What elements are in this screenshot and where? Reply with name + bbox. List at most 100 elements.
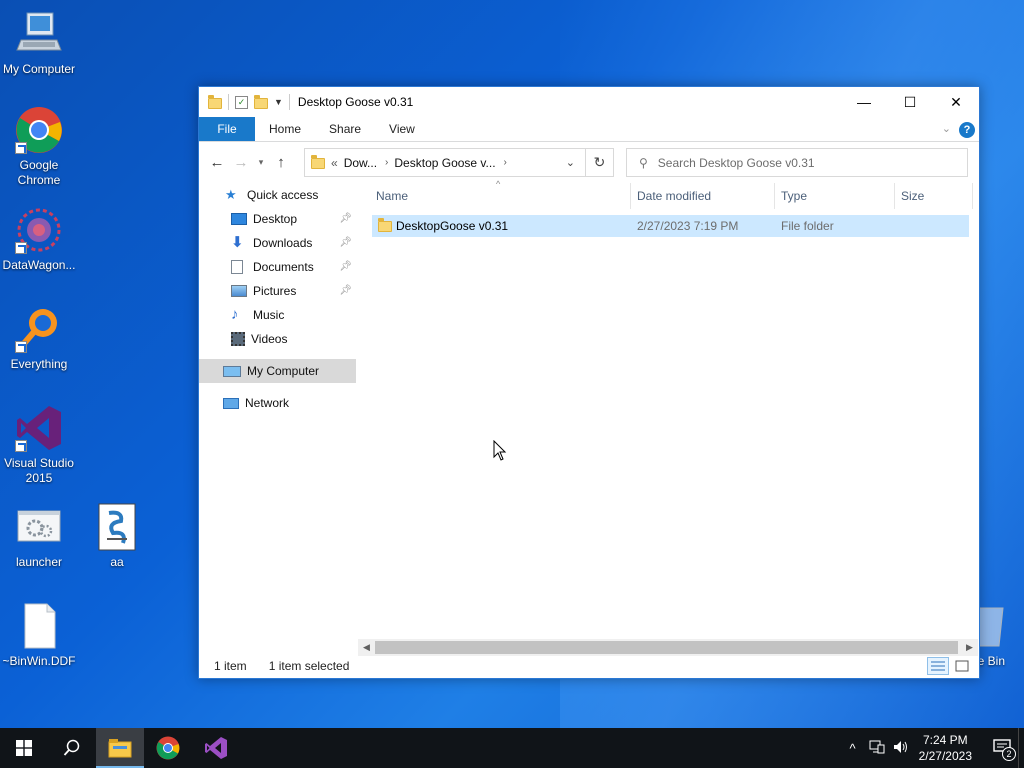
maximize-button[interactable]: ☐ [887, 87, 933, 117]
desktop-icon-label: DataWagon... [2, 258, 76, 272]
desktop-icon-label: Everything [10, 357, 68, 371]
column-header-type[interactable]: Type [775, 183, 895, 209]
blank-file-icon [15, 602, 63, 650]
download-arrow-icon: ⬇ [231, 234, 244, 251]
recent-locations-chevron-icon[interactable]: ▾ [253, 157, 269, 168]
show-hidden-icons-chevron-icon[interactable]: ^ [841, 741, 865, 756]
search-input[interactable]: ⚲ Search Desktop Goose v0.31 [626, 148, 968, 177]
sidebar-item-my-computer[interactable]: My Computer [199, 359, 356, 383]
tab-file[interactable]: File [199, 117, 255, 141]
notification-count-badge: 2 [1002, 746, 1016, 761]
minimize-button[interactable]: — [841, 87, 887, 117]
desktop-icon-everything[interactable]: Everything [0, 305, 78, 372]
file-name: DesktopGoose v0.31 [396, 219, 509, 233]
breadcrumb-separator[interactable]: › [504, 157, 507, 168]
toolbar-divider [288, 94, 290, 110]
sidebar-item-pictures[interactable]: Pictures 📌︎ [199, 279, 356, 303]
action-center-button[interactable]: 2 [986, 738, 1018, 761]
pin-icon[interactable]: 📌︎ [339, 261, 352, 272]
sidebar-item-label: Documents [253, 260, 314, 274]
desktop-icon [231, 213, 247, 225]
quick-access-toolbar: ✓ ▼ [199, 94, 290, 110]
scrollbar-thumb[interactable] [375, 641, 958, 654]
search-icon [63, 739, 80, 756]
sidebar-item-videos[interactable]: Videos [199, 327, 356, 351]
sidebar-item-downloads[interactable]: ⬇ Downloads 📌︎ [199, 231, 356, 255]
desktop-icon-google-chrome[interactable]: Google Chrome [0, 106, 78, 188]
column-headers: ^ Name Date modified Type Size [356, 179, 979, 209]
volume-icon[interactable] [889, 740, 913, 757]
shortcut-arrow-icon [15, 440, 27, 452]
breadcrumb-separator[interactable]: › [385, 157, 388, 168]
file-explorer-icon [108, 739, 132, 758]
clock[interactable]: 7:24 PM 2/27/2023 [919, 732, 972, 764]
desktop-icon-label: Google Chrome [17, 158, 61, 187]
up-button[interactable]: ↑ [269, 154, 293, 171]
desktop-icon-binwin-ddf[interactable]: ~BinWin.DDF [0, 602, 78, 669]
table-row[interactable]: DesktopGoose v0.31 2/27/2023 7:19 PM Fil… [372, 215, 969, 237]
file-explorer-window[interactable]: ✓ ▼ Desktop Goose v0.31 — ☐ ✕ File Home … [198, 86, 980, 679]
new-folder-icon[interactable] [254, 95, 268, 109]
desktop-icon-aa[interactable]: aa [78, 503, 156, 570]
taskbar-file-explorer[interactable] [96, 728, 144, 768]
sidebar-item-desktop[interactable]: Desktop 📌︎ [199, 207, 356, 231]
taskbar-visual-studio[interactable] [192, 728, 240, 768]
window-title: Desktop Goose v0.31 [297, 95, 414, 109]
folder-icon [208, 95, 222, 109]
address-bar[interactable]: « Dow... › Desktop Goose v... › ⌄ ↻ [304, 148, 614, 177]
navigation-bar: ← → ▾ ↑ « Dow... › Desktop Goose v... › … [199, 142, 979, 182]
toolbar-divider [228, 94, 229, 110]
pin-icon[interactable]: 📌︎ [339, 285, 352, 296]
tab-share[interactable]: Share [315, 117, 375, 141]
customize-toolbar-chevron-icon[interactable]: ▼ [274, 97, 283, 107]
refresh-button[interactable]: ↻ [585, 149, 613, 176]
expand-ribbon-chevron-icon[interactable]: ⌄ [942, 122, 951, 135]
item-count: 1 item [214, 659, 247, 673]
clock-time: 7:24 PM [922, 733, 968, 747]
desktop-icon-visual-studio[interactable]: Visual Studio 2015 [0, 404, 78, 486]
details-view-button[interactable] [927, 657, 949, 675]
help-button[interactable]: ? [959, 122, 975, 138]
desktop-icon-launcher[interactable]: launcher [0, 503, 78, 570]
desktop-icon-label: launcher [15, 555, 63, 569]
title-bar[interactable]: ✓ ▼ Desktop Goose v0.31 — ☐ ✕ [199, 87, 979, 117]
launcher-icon [15, 503, 63, 551]
column-header-name[interactable]: Name [370, 183, 631, 209]
start-button[interactable] [0, 728, 48, 768]
desktop-icon-my-computer[interactable]: My Computer [0, 10, 78, 77]
sidebar-item-music[interactable]: ♪ Music [199, 303, 356, 327]
desktop-icon-datawagon[interactable]: DataWagon... [0, 206, 78, 273]
visual-studio-icon [15, 404, 63, 452]
column-header-date-modified[interactable]: Date modified [631, 183, 775, 209]
tab-home[interactable]: Home [255, 117, 315, 141]
address-history-chevron-icon[interactable]: ⌄ [566, 156, 575, 169]
breadcrumb-overflow[interactable]: « [331, 156, 338, 170]
properties-icon[interactable]: ✓ [235, 95, 248, 109]
file-date-modified: 2/27/2023 7:19 PM [637, 219, 739, 233]
forward-button[interactable]: → [229, 154, 253, 171]
tab-view[interactable]: View [375, 117, 429, 141]
close-button[interactable]: ✕ [933, 87, 979, 117]
breadcrumb-current-folder[interactable]: Desktop Goose v... [394, 156, 495, 170]
large-icons-view-button[interactable] [951, 657, 973, 675]
column-header-size[interactable]: Size [895, 183, 973, 209]
pin-icon[interactable]: 📌︎ [339, 237, 352, 248]
chrome-icon [15, 106, 63, 154]
script-file-icon [93, 503, 141, 551]
network-status-icon[interactable] [865, 740, 889, 757]
sidebar-item-network[interactable]: Network [199, 391, 356, 415]
sidebar-item-documents[interactable]: Documents 📌︎ [199, 255, 356, 279]
taskbar-chrome[interactable] [144, 728, 192, 768]
sidebar-item-label: Quick access [247, 188, 319, 202]
windows-logo-icon [16, 740, 32, 756]
datawagon-icon [15, 206, 63, 254]
pin-icon[interactable]: 📌︎ [339, 213, 352, 224]
network-icon [223, 397, 239, 409]
desktop-icon-label: Visual Studio 2015 [4, 456, 74, 485]
back-button[interactable]: ← [205, 154, 229, 171]
show-desktop-button[interactable] [1018, 728, 1024, 768]
sidebar-item-quick-access[interactable]: ★ Quick access [199, 183, 356, 207]
taskbar-search-button[interactable] [48, 728, 96, 768]
sidebar-item-label: Network [245, 396, 290, 410]
breadcrumb-downloads[interactable]: Dow... [344, 156, 377, 170]
